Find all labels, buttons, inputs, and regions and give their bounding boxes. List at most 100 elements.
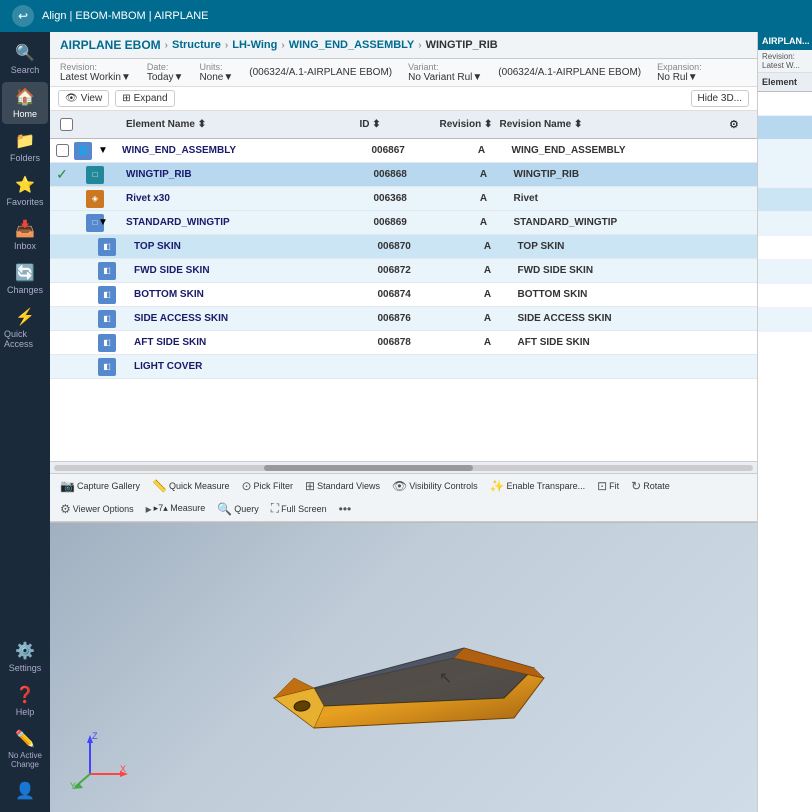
variant2-item: (006324/A.1-AIRPLANE EBOM) bbox=[498, 67, 641, 78]
row-icon: □ bbox=[86, 166, 104, 184]
revision-value: Latest Workin▼ bbox=[60, 72, 131, 83]
row-id: 006867 bbox=[372, 145, 405, 156]
table-row[interactable]: ◧ LIGHT COVER bbox=[50, 355, 757, 379]
row-id: 006878 bbox=[378, 337, 411, 348]
expansion-item[interactable]: Expansion: No Rul▼ bbox=[657, 62, 702, 83]
col-settings-icon[interactable]: ⚙ bbox=[729, 119, 739, 131]
axis-svg: Z X Y bbox=[70, 729, 130, 789]
bottom-toolbar: 📷 Capture Gallery 📏 Quick Measure ⊙ Pick… bbox=[50, 473, 757, 522]
fit-btn[interactable]: ⊡ Fit bbox=[593, 477, 623, 495]
table-row[interactable]: 🌐 ▼ WING_END_ASSEMBLY 006867 A WING_END_… bbox=[50, 139, 757, 163]
sidebar-item-inbox[interactable]: 📥 Inbox bbox=[2, 214, 48, 256]
table-row[interactable]: ✓ □ WINGTIP_RIB 006868 A WINGTIP_RIB bbox=[50, 163, 757, 187]
horizontal-scrollbar[interactable] bbox=[50, 461, 757, 473]
rotate-label: Rotate bbox=[643, 481, 670, 491]
table-row[interactable]: ◧ SIDE ACCESS SKIN 006876 A SIDE ACCESS … bbox=[50, 307, 757, 331]
row-name: TOP SKIN bbox=[134, 241, 181, 252]
y-label: Y bbox=[70, 781, 76, 789]
breadcrumb: AIRPLANE EBOM › Structure › LH-Wing › WI… bbox=[50, 32, 757, 59]
expansion-label: Expansion: bbox=[657, 62, 702, 72]
fit-icon: ⊡ bbox=[597, 479, 607, 493]
expand-toggle[interactable]: ▼ bbox=[98, 145, 108, 156]
date-label: Date: bbox=[147, 62, 184, 72]
sidebar-item-settings[interactable]: ⚙️ Settings bbox=[2, 636, 48, 678]
date-item[interactable]: Date: Today▼ bbox=[147, 62, 184, 83]
pick-filter-btn[interactable]: ⊙ Pick Filter bbox=[237, 477, 297, 495]
more-btn[interactable]: ••• bbox=[335, 500, 356, 518]
view-button[interactable]: 👁 View bbox=[58, 90, 109, 107]
bc-structure[interactable]: Structure bbox=[172, 39, 221, 51]
views-icon: ⊞ bbox=[305, 479, 315, 493]
sidebar-item-folders[interactable]: 📁 Folders bbox=[2, 126, 48, 168]
sidebar-item-quick-access[interactable]: ⚡ Quick Access bbox=[2, 302, 48, 354]
table-row[interactable]: ◧ AFT SIDE SKIN 006878 A AFT SIDE SKIN bbox=[50, 331, 757, 355]
sidebar-item-search[interactable]: 🔍 Search bbox=[2, 38, 48, 80]
query-label: Query bbox=[234, 504, 259, 514]
row-id: 006869 bbox=[374, 217, 407, 228]
bc-lh-wing[interactable]: LH-Wing bbox=[232, 39, 277, 51]
eye-icon: 👁 bbox=[65, 93, 78, 104]
measure-btn[interactable]: ▸ ▸7▴ Measure bbox=[142, 500, 210, 518]
col-id: ID ⬍ bbox=[360, 119, 381, 130]
row-icon: ◧ bbox=[98, 310, 116, 328]
quick-measure-btn[interactable]: 📏 Quick Measure bbox=[148, 477, 233, 495]
row-icon: 🌐 bbox=[74, 142, 92, 160]
revision-item[interactable]: Revision: Latest Workin▼ bbox=[60, 62, 131, 83]
back-button[interactable]: ↩ bbox=[12, 5, 34, 27]
query-btn[interactable]: 🔍 Query bbox=[213, 500, 262, 518]
table-row[interactable]: □ ▼ STANDARD_WINGTIP 006869 A STANDARD_W… bbox=[50, 211, 757, 235]
no-active-change-icon: ✏️ bbox=[15, 729, 35, 749]
table-row[interactable]: ◧ BOTTOM SKIN 006874 A BOTTOM SKIN bbox=[50, 283, 757, 307]
visibility-controls-btn[interactable]: 👁 Visibility Controls bbox=[388, 477, 482, 495]
enable-transparent-label: Enable Transpare... bbox=[507, 481, 586, 491]
sidebar-item-user[interactable]: 👤 bbox=[2, 776, 48, 806]
viewer-options-btn[interactable]: ⚙ Viewer Options bbox=[56, 500, 138, 518]
row-checkbox[interactable] bbox=[56, 144, 69, 157]
sidebar-item-help[interactable]: ❓ Help bbox=[2, 680, 48, 722]
quick-access-icon: ⚡ bbox=[15, 307, 35, 327]
units-item[interactable]: Units: None▼ bbox=[199, 62, 233, 83]
variant-item[interactable]: Variant: No Variant Rul▼ bbox=[408, 62, 482, 83]
visibility-controls-label: Visibility Controls bbox=[409, 481, 477, 491]
viewer-canvas bbox=[50, 523, 757, 812]
bc-sep4: › bbox=[418, 40, 421, 51]
capture-gallery-btn[interactable]: 📷 Capture Gallery bbox=[56, 477, 144, 495]
table-row[interactable]: ◈ Rivet x30 006368 A Rivet bbox=[50, 187, 757, 211]
sidebar-label-favorites: Favorites bbox=[6, 197, 43, 207]
row-name: Rivet x30 bbox=[126, 193, 170, 204]
3d-viewer[interactable]: ↖ Z X Y bbox=[50, 522, 757, 812]
right-panel-revision: Revision: Latest W... bbox=[762, 52, 800, 70]
expand-toggle[interactable]: ▼ bbox=[98, 217, 108, 228]
hide3d-button[interactable]: Hide 3D... bbox=[691, 90, 749, 107]
table-row[interactable]: ◧ FWD SIDE SKIN 006872 A FWD SIDE SKIN bbox=[50, 259, 757, 283]
sidebar-item-changes[interactable]: 🔄 Changes bbox=[2, 258, 48, 300]
measure-icon: ▸ bbox=[146, 502, 152, 516]
enable-transparent-btn[interactable]: ✨ Enable Transpare... bbox=[486, 477, 590, 495]
scrollbar-thumb[interactable] bbox=[264, 465, 474, 471]
bc-wing-end[interactable]: WING_END_ASSEMBLY bbox=[289, 39, 415, 51]
viewer-options-icon: ⚙ bbox=[60, 502, 71, 516]
expand-button[interactable]: ⊞ Expand bbox=[115, 90, 174, 107]
standard-views-btn[interactable]: ⊞ Standard Views bbox=[301, 477, 384, 495]
sidebar-item-no-active-change[interactable]: ✏️ No Active Change bbox=[2, 724, 48, 774]
sidebar-item-favorites[interactable]: ⭐ Favorites bbox=[2, 170, 48, 212]
fullscreen-btn[interactable]: ⛶ Full Screen bbox=[267, 499, 331, 518]
right-panel-revbar: Revision: Latest W... bbox=[758, 50, 812, 73]
select-all-checkbox[interactable] bbox=[60, 118, 73, 131]
help-icon: ❓ bbox=[15, 685, 35, 705]
variant-value: No Variant Rul▼ bbox=[408, 72, 482, 83]
row-id: 006868 bbox=[374, 169, 407, 180]
scrollbar-track bbox=[54, 465, 753, 471]
row-icon: ◈ bbox=[86, 190, 104, 208]
row-revname: FWD SIDE SKIN bbox=[518, 265, 594, 276]
table-row[interactable]: ◧ TOP SKIN 006870 A TOP SKIN bbox=[50, 235, 757, 259]
search-icon: 🔍 bbox=[15, 43, 35, 63]
bc-sep2: › bbox=[225, 40, 228, 51]
measure-label: ▸7▴ Measure bbox=[154, 503, 206, 514]
revision-label: Revision: bbox=[60, 62, 131, 72]
rotate-btn[interactable]: ↻ Rotate bbox=[627, 477, 674, 495]
row-id: 006872 bbox=[378, 265, 411, 276]
table-toolbar: 👁 View ⊞ Expand Hide 3D... bbox=[50, 87, 757, 111]
sidebar-item-home[interactable]: 🏠 Home bbox=[2, 82, 48, 124]
settings-icon: ⚙️ bbox=[15, 641, 35, 661]
